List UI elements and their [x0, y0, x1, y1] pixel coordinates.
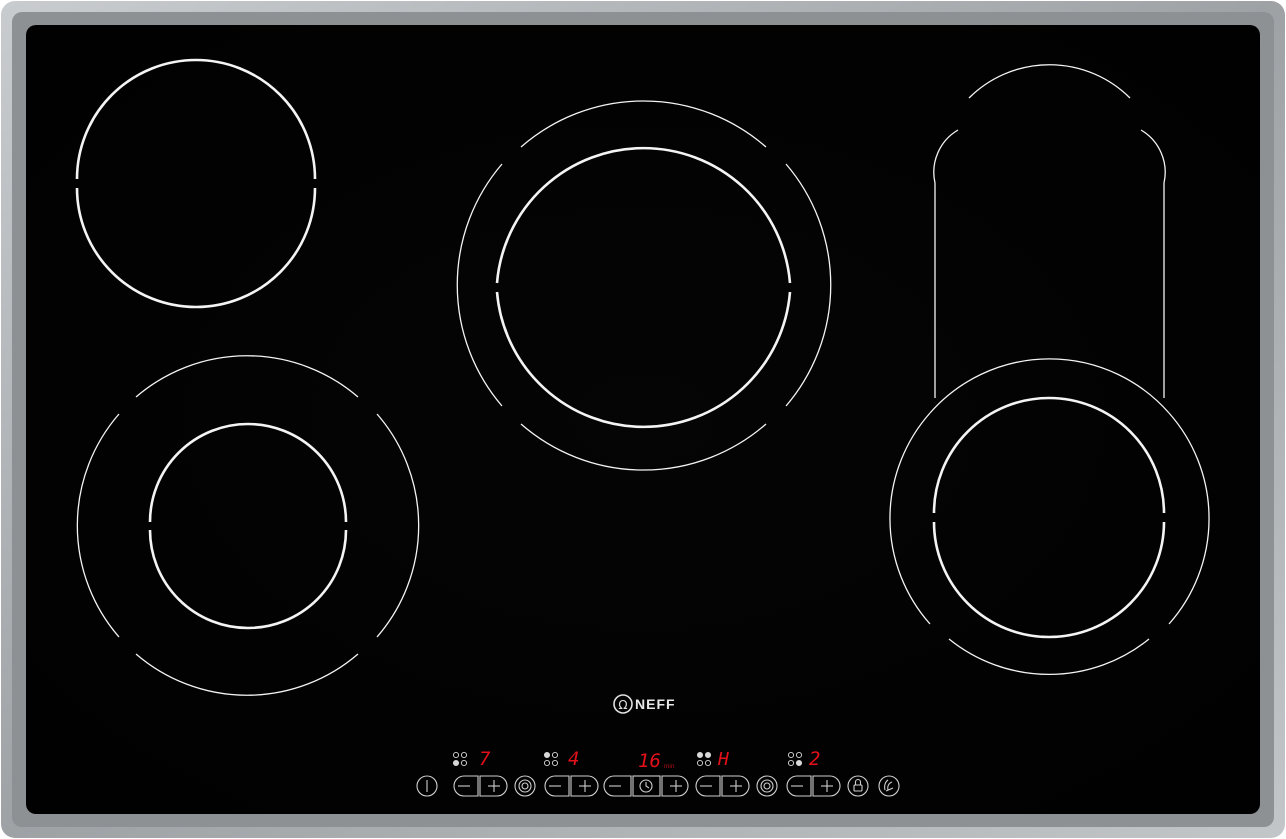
timer-value: 16	[638, 750, 661, 772]
svg-text:Ω: Ω	[618, 698, 627, 712]
ceramic-hob: Ω NEFF 7 4 16 min H 2	[1, 1, 1285, 838]
zone-setting-right: 2	[809, 748, 820, 770]
timer-unit: min	[664, 763, 675, 770]
zone-setting-centre: H	[717, 749, 729, 770]
zone-setting-rear-left: 4	[568, 748, 579, 770]
brand-name: NEFF	[635, 696, 676, 712]
neff-logo: Ω NEFF	[613, 694, 676, 714]
zone-setting-front-left: 7	[479, 748, 491, 770]
